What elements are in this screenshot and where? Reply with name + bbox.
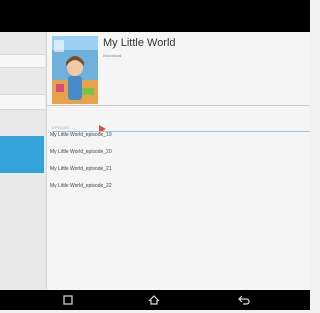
back-icon[interactable] bbox=[236, 292, 252, 308]
app-category: Educational bbox=[103, 54, 122, 58]
episode-item[interactable]: My Little World_episode_22 bbox=[50, 178, 305, 194]
episode-item[interactable]: My Little World_episode_20 bbox=[50, 144, 305, 160]
episode-item[interactable]: My Little World_episode_21 bbox=[50, 161, 305, 177]
sidebar-item[interactable] bbox=[0, 54, 45, 68]
sidebar-item[interactable] bbox=[0, 94, 45, 110]
cover-image bbox=[52, 36, 98, 104]
detail-panel: My Little World Educational EPISODI My L… bbox=[47, 32, 310, 290]
sidebar bbox=[0, 32, 47, 290]
status-bar bbox=[0, 0, 310, 32]
recent-apps-icon[interactable] bbox=[60, 292, 76, 308]
sidebar-item-selected[interactable] bbox=[0, 136, 44, 173]
header-divider bbox=[47, 105, 310, 106]
app-title: My Little World bbox=[103, 37, 176, 49]
navigation-bar bbox=[0, 290, 310, 310]
home-icon[interactable] bbox=[146, 292, 162, 308]
episode-item[interactable]: My Little World_episode_19 bbox=[50, 127, 305, 143]
